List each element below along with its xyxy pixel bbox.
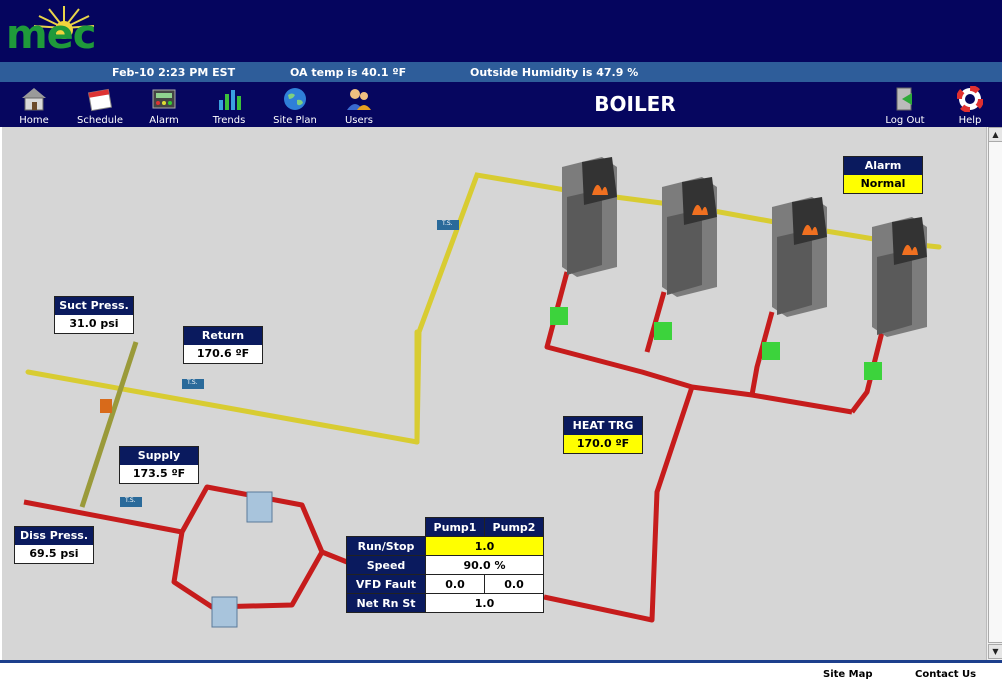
return-temp-label: Return Temp	[184, 327, 262, 360]
nav-site-plan[interactable]: Site Plan	[265, 84, 325, 127]
nav-users[interactable]: Users	[329, 84, 389, 127]
header-bar: mec	[0, 0, 1002, 62]
alarm-tag[interactable]: Alarm Normal	[843, 156, 923, 194]
diss-press-label: Diss Press.	[15, 527, 93, 545]
run-stop-value[interactable]: 1.0	[425, 536, 544, 556]
supply-temp-value: 173.5 ºF	[132, 467, 186, 480]
scroll-thumb[interactable]	[988, 141, 1002, 643]
globe-icon	[284, 88, 306, 110]
scroll-up-button[interactable]: ▲	[988, 127, 1002, 142]
life-ring-icon	[957, 86, 983, 112]
exit-door-icon	[896, 87, 912, 111]
boiler-diagram: T.S. T.S. T.S. Alarm Normal Suct Press. …	[2, 127, 986, 660]
diss-press-tag[interactable]: Diss Press. 69.5 psi	[14, 526, 94, 564]
status-bar: Feb-10 2:23 PM EST OA temp is 40.1 ºF Ou…	[0, 62, 1002, 82]
heat-trg-tag[interactable]: HEAT TRG 170.0 ºF	[563, 416, 643, 454]
users-icon	[347, 89, 371, 110]
date-time: Feb-10 2:23 PM EST	[112, 66, 236, 79]
vfd-fault-pump2[interactable]: 0.0	[484, 574, 544, 594]
ts-label: T.S.	[125, 497, 136, 504]
net-rn-st-value[interactable]: 1.0	[425, 593, 544, 613]
nav-alarm[interactable]: Alarm	[134, 84, 194, 127]
row-run-stop: Run/Stop	[346, 536, 426, 556]
heat-trg-label: HEAT TRG	[564, 417, 642, 435]
row-speed: Speed	[346, 555, 426, 575]
col-pump1: Pump1	[425, 517, 485, 537]
oa-temp: OA temp is 40.1 ºF	[290, 66, 407, 79]
heat-trg-value: 170.0 ºF	[564, 435, 642, 453]
scroll-down-button[interactable]: ▼	[988, 644, 1002, 659]
suct-press-tag[interactable]: Suct Press. 31.0 psi	[54, 296, 134, 334]
supply-temp-tag[interactable]: Supply Temp 173.5 ºF	[119, 446, 199, 484]
vfd-fault-pump1[interactable]: 0.0	[425, 574, 485, 594]
nav-schedule[interactable]: Schedule	[70, 84, 130, 127]
diss-press-value: 69.5 psi	[29, 547, 79, 560]
ts-label: T.S.	[187, 379, 198, 386]
col-pump2: Pump2	[484, 517, 544, 537]
page-title: BOILER	[594, 92, 676, 116]
return-temp-value: 170.6 ºF	[196, 347, 250, 360]
logo-text: mec	[6, 12, 97, 58]
vertical-scrollbar[interactable]: ▲ ▼	[986, 127, 1002, 660]
nav-log-out[interactable]: Log Out	[875, 84, 935, 127]
contact-us-link[interactable]: Contact Us	[915, 669, 976, 680]
alarm-panel-icon	[152, 89, 176, 109]
nav-help[interactable]: Help	[940, 84, 1000, 127]
ts-label: T.S.	[442, 220, 453, 227]
pump-assemblies	[211, 307, 882, 628]
nav-home[interactable]: Home	[4, 84, 64, 127]
footer: Site Map Contact Us	[0, 660, 1002, 687]
row-net-rn-st: Net Rn St	[346, 593, 426, 613]
outside-humidity: Outside Humidity is 47.9 %	[470, 66, 639, 79]
bar-chart-icon	[219, 90, 241, 110]
suct-press-label: Suct Press.	[55, 297, 133, 315]
speed-value[interactable]: 90.0 %	[425, 555, 544, 575]
nav-trends[interactable]: Trends	[199, 84, 259, 127]
nav-bar: Home Schedule Alarm Trends Site Plan Use…	[0, 82, 1002, 127]
supply-temp-label: Supply Temp	[120, 447, 198, 480]
suct-press-value: 31.0 psi	[69, 317, 119, 330]
alarm-value: Normal	[844, 175, 922, 193]
alarm-label: Alarm	[844, 157, 922, 175]
home-icon	[22, 88, 46, 111]
row-vfd-fault: VFD Fault	[346, 574, 426, 594]
calendar-icon	[88, 88, 112, 112]
pump-status-table: Pump1 Pump2 Run/Stop 1.0 Speed 90.0 % VF…	[346, 517, 544, 613]
return-temp-tag[interactable]: Return Temp 170.6 ºF	[183, 326, 263, 364]
site-map-link[interactable]: Site Map	[823, 669, 873, 680]
